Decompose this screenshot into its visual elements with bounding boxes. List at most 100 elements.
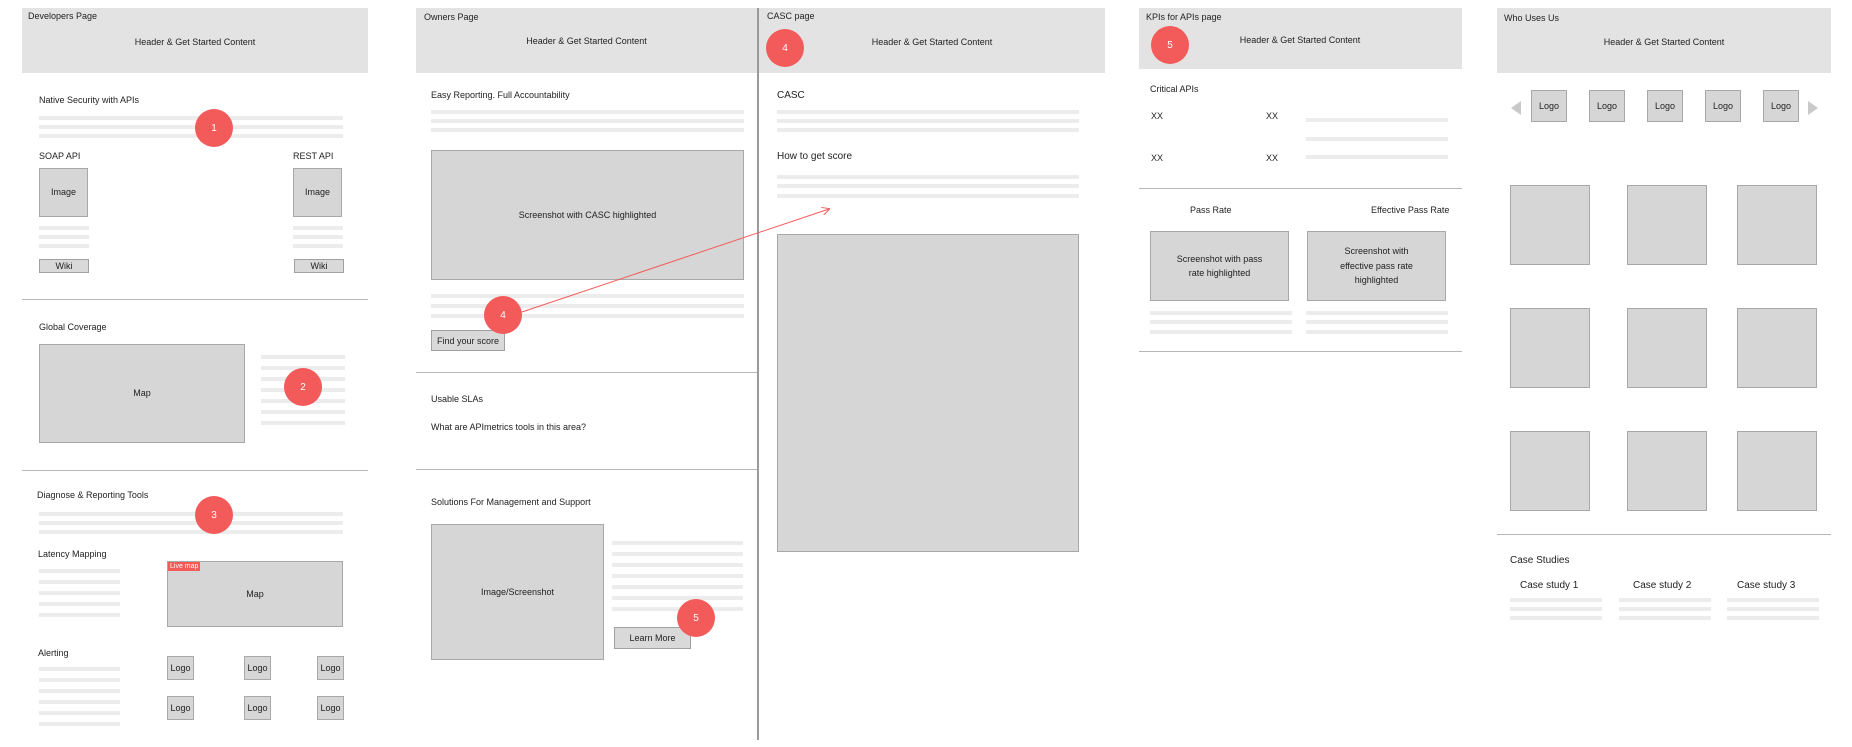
text-line bbox=[777, 184, 1079, 188]
section-divider bbox=[22, 470, 368, 471]
customer-logo-tile bbox=[1510, 185, 1590, 265]
text-line bbox=[39, 244, 89, 248]
text-line bbox=[777, 110, 1079, 114]
effective-pass-rate-screenshot: Screenshot with effective pass rate high… bbox=[1307, 231, 1446, 301]
annotation-marker-3: 3 bbox=[195, 496, 233, 534]
text-line bbox=[1619, 616, 1711, 620]
text-line bbox=[1727, 607, 1819, 611]
critical-apis-heading: Critical APIs bbox=[1150, 84, 1199, 94]
alert-logo: Logo bbox=[317, 696, 344, 720]
customer-logo-tile bbox=[1737, 431, 1817, 511]
text-line bbox=[612, 552, 743, 556]
carousel-logo: Logo bbox=[1647, 90, 1683, 122]
text-line bbox=[777, 175, 1079, 179]
customer-logo-tile bbox=[1737, 185, 1817, 265]
carousel-prev-arrow-icon[interactable] bbox=[1511, 101, 1521, 115]
text-line bbox=[431, 128, 744, 132]
alert-logo: Logo bbox=[167, 656, 194, 680]
annotation-marker-5: 5 bbox=[677, 599, 715, 637]
learn-more-button[interactable]: Learn More bbox=[614, 627, 691, 649]
pass-rate-label: Pass Rate bbox=[1190, 205, 1232, 215]
rest-wiki-button[interactable]: Wiki bbox=[294, 259, 344, 273]
coverage-map-placeholder: Map bbox=[39, 344, 245, 443]
text-line bbox=[39, 678, 120, 682]
carousel-logo: Logo bbox=[1589, 90, 1625, 122]
find-your-score-button[interactable]: Find your score bbox=[431, 330, 505, 351]
case-study-3-link[interactable]: Case study 3 bbox=[1737, 581, 1795, 591]
text-line bbox=[261, 421, 345, 425]
text-line bbox=[1150, 320, 1292, 324]
alert-logo: Logo bbox=[167, 696, 194, 720]
text-line bbox=[612, 585, 743, 589]
alert-logo: Logo bbox=[317, 656, 344, 680]
native-security-heading: Native Security with APIs bbox=[39, 95, 140, 105]
case-studies-heading: Case Studies bbox=[1510, 555, 1570, 566]
text-line bbox=[431, 119, 744, 123]
owners-page-title: Owners Page bbox=[424, 12, 479, 22]
easy-reporting-heading: Easy Reporting. Full Accountability bbox=[431, 90, 570, 100]
casc-content-placeholder bbox=[777, 234, 1079, 552]
text-line bbox=[777, 119, 1079, 123]
text-line bbox=[777, 194, 1079, 198]
text-line bbox=[1306, 311, 1448, 315]
kpi-value: XX bbox=[1266, 153, 1279, 163]
casc-page-title: CASC page bbox=[767, 11, 815, 21]
text-line bbox=[431, 110, 744, 114]
section-divider bbox=[1139, 351, 1462, 352]
customer-logo-tile bbox=[1510, 431, 1590, 511]
alert-logo: Logo bbox=[244, 696, 271, 720]
usable-slas-heading: Usable SLAs bbox=[431, 394, 484, 404]
text-line bbox=[39, 667, 120, 671]
text-line bbox=[39, 700, 120, 704]
text-line bbox=[1510, 616, 1602, 620]
text-line bbox=[39, 226, 89, 230]
how-to-get-score-heading: How to get score bbox=[777, 151, 853, 162]
text-line bbox=[39, 613, 120, 617]
latency-mapping-label: Latency Mapping bbox=[38, 549, 107, 559]
alerting-label: Alerting bbox=[38, 648, 69, 658]
case-study-1-link[interactable]: Case study 1 bbox=[1520, 581, 1578, 591]
case-study-2-link[interactable]: Case study 2 bbox=[1633, 581, 1691, 591]
text-line bbox=[1727, 598, 1819, 602]
text-line bbox=[39, 569, 120, 573]
rest-image-placeholder: Image bbox=[293, 168, 342, 217]
text-line bbox=[39, 711, 120, 715]
soap-image-placeholder: Image bbox=[39, 168, 88, 217]
text-line bbox=[431, 294, 744, 298]
text-line bbox=[39, 521, 343, 525]
soap-wiki-button[interactable]: Wiki bbox=[39, 259, 89, 273]
text-line bbox=[1306, 155, 1448, 159]
text-line bbox=[39, 530, 343, 534]
carousel-logo: Logo bbox=[1763, 90, 1799, 122]
text-line bbox=[39, 580, 120, 584]
section-divider bbox=[416, 469, 757, 470]
owners-header-content: Header & Get Started Content bbox=[526, 35, 647, 46]
customer-logo-tile bbox=[1627, 308, 1707, 388]
annotation-marker-2: 2 bbox=[284, 368, 322, 406]
who-header-content: Header & Get Started Content bbox=[1603, 36, 1725, 47]
text-line bbox=[261, 355, 345, 359]
solutions-heading: Solutions For Management and Support bbox=[431, 497, 591, 507]
casc-header-content: Header & Get Started Content bbox=[871, 36, 993, 47]
text-line bbox=[1619, 598, 1711, 602]
kpi-value: XX bbox=[1266, 111, 1279, 121]
customer-logo-tile bbox=[1510, 308, 1590, 388]
section-divider bbox=[1139, 188, 1462, 189]
customer-logo-tile bbox=[1627, 185, 1707, 265]
text-line bbox=[1306, 320, 1448, 324]
text-line bbox=[39, 235, 89, 239]
text-line bbox=[431, 314, 744, 318]
text-line bbox=[39, 689, 120, 693]
text-line bbox=[777, 128, 1079, 132]
annotation-marker-5b: 5 bbox=[1151, 26, 1189, 64]
text-line bbox=[1619, 607, 1711, 611]
text-line bbox=[1306, 330, 1448, 334]
who-page-title: Who Uses Us bbox=[1504, 13, 1560, 23]
carousel-logo: Logo bbox=[1705, 90, 1741, 122]
carousel-next-arrow-icon[interactable] bbox=[1808, 101, 1818, 115]
effective-pass-rate-label: Effective Pass Rate bbox=[1371, 205, 1450, 215]
text-line bbox=[1150, 330, 1292, 334]
text-line bbox=[431, 304, 744, 308]
text-line bbox=[39, 116, 343, 120]
annotation-marker-1: 1 bbox=[195, 109, 233, 147]
